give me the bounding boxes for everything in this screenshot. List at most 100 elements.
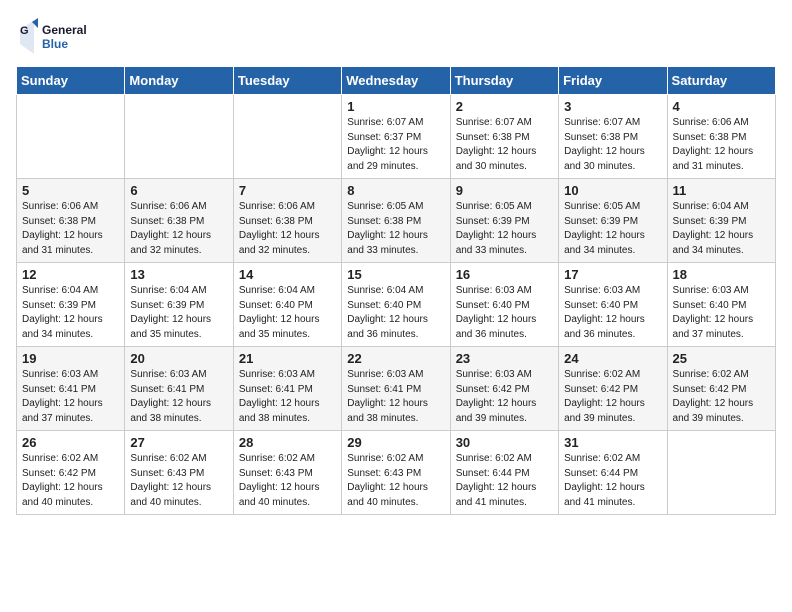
- day-number: 4: [673, 99, 770, 114]
- day-number: 30: [456, 435, 553, 450]
- calendar-cell: 31 Sunrise: 6:02 AM Sunset: 6:44 PM Dayli…: [559, 431, 667, 515]
- calendar-cell: 23Sunrise: 6:03 AM Sunset: 6:42 PM Dayli…: [450, 347, 558, 431]
- day-number: 21: [239, 351, 336, 366]
- day-info: Sunrise: 6:02 AM Sunset: 6:42 PM Dayligh…: [22, 452, 119, 510]
- calendar-cell: [233, 95, 341, 179]
- day-header-wednesday: Wednesday: [342, 67, 450, 95]
- calendar-cell: 2Sunrise: 6:07 AM Sunset: 6:38 PM Daylig…: [450, 95, 558, 179]
- calendar-cell: 19 Sunrise: 6:03 AM Sunset: 6:41 PM Dayli…: [17, 347, 125, 431]
- day-number: 16: [456, 267, 553, 282]
- day-info: Sunrise: 6:02 AM Sunset: 6:42 PM Dayligh…: [564, 368, 661, 426]
- day-info: Sunrise: 6:06 AM Sunset: 6:38 PM Dayligh…: [22, 200, 119, 258]
- calendar-cell: 13 Sunrise: 6:04 AM Sunset: 6:39 PM Dayli…: [125, 263, 233, 347]
- day-info: Sunrise: 6:07 AM Sunset: 6:37 PM Dayligh…: [347, 116, 444, 174]
- calendar-cell: 20 Sunrise: 6:03 AM Sunset: 6:41 PM Dayli…: [125, 347, 233, 431]
- calendar-cell: 6 Sunrise: 6:06 AM Sunset: 6:38 PM Daylig…: [125, 179, 233, 263]
- day-number: 14: [239, 267, 336, 282]
- calendar-cell: 8 Sunrise: 6:05 AM Sunset: 6:38 PM Daylig…: [342, 179, 450, 263]
- day-number: 13: [130, 267, 227, 282]
- day-info: Sunrise: 6:06 AM Sunset: 6:38 PM Dayligh…: [673, 116, 770, 174]
- day-info: Sunrise: 6:03 AM Sunset: 6:41 PM Dayligh…: [22, 368, 119, 426]
- day-number: 11: [673, 183, 770, 198]
- day-number: 20: [130, 351, 227, 366]
- calendar-cell: 5 Sunrise: 6:06 AM Sunset: 6:38 PM Daylig…: [17, 179, 125, 263]
- day-info: Sunrise: 6:07 AM Sunset: 6:38 PM Dayligh…: [564, 116, 661, 174]
- calendar-table: SundayMondayTuesdayWednesdayThursdayFrid…: [16, 66, 776, 515]
- day-info: Sunrise: 6:04 AM Sunset: 6:39 PM Dayligh…: [130, 284, 227, 342]
- svg-text:General: General: [42, 23, 87, 37]
- calendar-cell: 30Sunrise: 6:02 AM Sunset: 6:44 PM Dayli…: [450, 431, 558, 515]
- calendar-cell: 16 Sunrise: 6:03 AM Sunset: 6:40 PM Dayli…: [450, 263, 558, 347]
- day-info: Sunrise: 6:03 AM Sunset: 6:40 PM Dayligh…: [673, 284, 770, 342]
- calendar-cell: [17, 95, 125, 179]
- calendar-cell: 17Sunrise: 6:03 AM Sunset: 6:40 PM Dayli…: [559, 263, 667, 347]
- day-info: Sunrise: 6:07 AM Sunset: 6:38 PM Dayligh…: [456, 116, 553, 174]
- day-number: 23: [456, 351, 553, 366]
- day-number: 15: [347, 267, 444, 282]
- day-number: 31: [564, 435, 661, 450]
- calendar-cell: 11 Sunrise: 6:04 AM Sunset: 6:39 PM Dayli…: [667, 179, 775, 263]
- day-number: 19: [22, 351, 119, 366]
- day-info: Sunrise: 6:03 AM Sunset: 6:40 PM Dayligh…: [456, 284, 553, 342]
- calendar-cell: 18 Sunrise: 6:03 AM Sunset: 6:40 PM Dayli…: [667, 263, 775, 347]
- day-info: Sunrise: 6:06 AM Sunset: 6:38 PM Dayligh…: [130, 200, 227, 258]
- calendar-cell: [125, 95, 233, 179]
- calendar-cell: 25 Sunrise: 6:02 AM Sunset: 6:42 PM Dayli…: [667, 347, 775, 431]
- calendar-cell: 7Sunrise: 6:06 AM Sunset: 6:38 PM Daylig…: [233, 179, 341, 263]
- day-number: 9: [456, 183, 553, 198]
- day-number: 10: [564, 183, 661, 198]
- day-number: 6: [130, 183, 227, 198]
- day-number: 5: [22, 183, 119, 198]
- logo: General Blue G: [16, 16, 106, 56]
- logo-svg: General Blue G: [16, 16, 106, 56]
- calendar-cell: 1Sunrise: 6:07 AM Sunset: 6:37 PM Daylig…: [342, 95, 450, 179]
- day-number: 12: [22, 267, 119, 282]
- calendar-cell: 27Sunrise: 6:02 AM Sunset: 6:43 PM Dayli…: [125, 431, 233, 515]
- day-info: Sunrise: 6:04 AM Sunset: 6:39 PM Dayligh…: [673, 200, 770, 258]
- day-info: Sunrise: 6:05 AM Sunset: 6:39 PM Dayligh…: [564, 200, 661, 258]
- calendar-cell: 22Sunrise: 6:03 AM Sunset: 6:41 PM Dayli…: [342, 347, 450, 431]
- calendar-week-2: 5 Sunrise: 6:06 AM Sunset: 6:38 PM Daylig…: [17, 179, 776, 263]
- day-info: Sunrise: 6:04 AM Sunset: 6:40 PM Dayligh…: [347, 284, 444, 342]
- day-number: 8: [347, 183, 444, 198]
- day-header-tuesday: Tuesday: [233, 67, 341, 95]
- calendar-week-1: 1Sunrise: 6:07 AM Sunset: 6:37 PM Daylig…: [17, 95, 776, 179]
- calendar-week-4: 19 Sunrise: 6:03 AM Sunset: 6:41 PM Dayli…: [17, 347, 776, 431]
- day-header-saturday: Saturday: [667, 67, 775, 95]
- calendar-cell: 29Sunrise: 6:02 AM Sunset: 6:43 PM Dayli…: [342, 431, 450, 515]
- day-info: Sunrise: 6:02 AM Sunset: 6:44 PM Dayligh…: [564, 452, 661, 510]
- calendar-cell: 26 Sunrise: 6:02 AM Sunset: 6:42 PM Dayli…: [17, 431, 125, 515]
- day-header-sunday: Sunday: [17, 67, 125, 95]
- day-info: Sunrise: 6:04 AM Sunset: 6:40 PM Dayligh…: [239, 284, 336, 342]
- day-number: 18: [673, 267, 770, 282]
- calendar-cell: 9 Sunrise: 6:05 AM Sunset: 6:39 PM Daylig…: [450, 179, 558, 263]
- day-number: 25: [673, 351, 770, 366]
- day-number: 26: [22, 435, 119, 450]
- day-number: 3: [564, 99, 661, 114]
- day-info: Sunrise: 6:05 AM Sunset: 6:38 PM Dayligh…: [347, 200, 444, 258]
- day-info: Sunrise: 6:02 AM Sunset: 6:42 PM Dayligh…: [673, 368, 770, 426]
- page-header: General Blue G: [16, 16, 776, 56]
- calendar-cell: 3 Sunrise: 6:07 AM Sunset: 6:38 PM Daylig…: [559, 95, 667, 179]
- calendar-cell: 24 Sunrise: 6:02 AM Sunset: 6:42 PM Dayli…: [559, 347, 667, 431]
- day-header-friday: Friday: [559, 67, 667, 95]
- svg-text:Blue: Blue: [42, 37, 68, 51]
- calendar-cell: 12 Sunrise: 6:04 AM Sunset: 6:39 PM Dayli…: [17, 263, 125, 347]
- day-number: 24: [564, 351, 661, 366]
- calendar-header-row: SundayMondayTuesdayWednesdayThursdayFrid…: [17, 67, 776, 95]
- calendar-cell: 21 Sunrise: 6:03 AM Sunset: 6:41 PM Dayli…: [233, 347, 341, 431]
- day-info: Sunrise: 6:03 AM Sunset: 6:41 PM Dayligh…: [347, 368, 444, 426]
- day-number: 27: [130, 435, 227, 450]
- day-info: Sunrise: 6:03 AM Sunset: 6:41 PM Dayligh…: [130, 368, 227, 426]
- day-info: Sunrise: 6:05 AM Sunset: 6:39 PM Dayligh…: [456, 200, 553, 258]
- day-info: Sunrise: 6:04 AM Sunset: 6:39 PM Dayligh…: [22, 284, 119, 342]
- day-info: Sunrise: 6:06 AM Sunset: 6:38 PM Dayligh…: [239, 200, 336, 258]
- day-info: Sunrise: 6:03 AM Sunset: 6:41 PM Dayligh…: [239, 368, 336, 426]
- calendar-cell: 28 Sunrise: 6:02 AM Sunset: 6:43 PM Dayli…: [233, 431, 341, 515]
- day-number: 28: [239, 435, 336, 450]
- day-header-monday: Monday: [125, 67, 233, 95]
- day-header-thursday: Thursday: [450, 67, 558, 95]
- day-info: Sunrise: 6:02 AM Sunset: 6:43 PM Dayligh…: [239, 452, 336, 510]
- day-number: 17: [564, 267, 661, 282]
- calendar-week-3: 12 Sunrise: 6:04 AM Sunset: 6:39 PM Dayli…: [17, 263, 776, 347]
